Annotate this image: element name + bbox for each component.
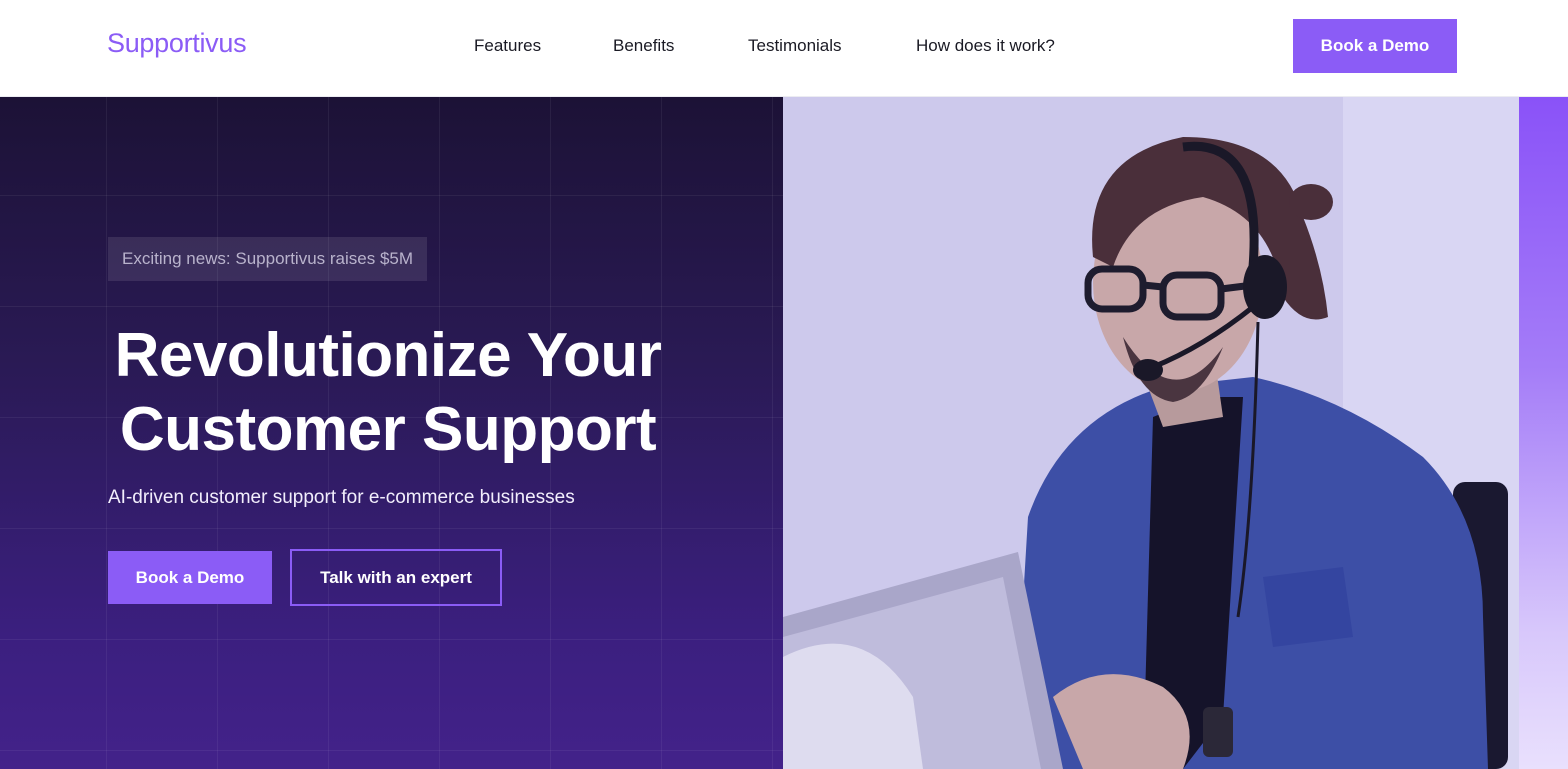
hero-title-line-2: Customer Support xyxy=(119,395,657,464)
hero-title-line-1: Revolutionize Your xyxy=(114,321,662,390)
hair-bun xyxy=(1289,184,1333,220)
support-agent-illustration xyxy=(783,97,1519,769)
microphone-icon xyxy=(1133,359,1163,381)
shirt-pocket xyxy=(1263,567,1353,647)
header-book-demo-button[interactable]: Book a Demo xyxy=(1293,19,1457,73)
site-header: Supportivus Features Benefits Testimonia… xyxy=(0,0,1568,97)
news-badge[interactable]: Exciting news: Supportivus raises $5M xyxy=(108,237,428,281)
watch-icon xyxy=(1203,707,1233,757)
talk-with-expert-button[interactable]: Talk with an expert xyxy=(290,549,502,606)
hero-photo-support-agent xyxy=(783,97,1519,769)
accent-strip xyxy=(1519,97,1568,769)
nav-link-testimonials[interactable]: Testimonials xyxy=(748,36,842,56)
nav-link-features[interactable]: Features xyxy=(474,36,541,56)
hero-title: Revolutionize Your Customer Support xyxy=(108,319,668,467)
nav-link-benefits[interactable]: Benefits xyxy=(613,36,674,56)
logo[interactable]: Supportivus xyxy=(107,28,247,59)
hero-section: Exciting news: Supportivus raises $5M Re… xyxy=(0,97,783,769)
nav-link-how-it-works[interactable]: How does it work? xyxy=(916,36,1055,56)
hero-subtitle: AI-driven customer support for e-commerc… xyxy=(108,487,575,508)
hero-book-demo-button[interactable]: Book a Demo xyxy=(108,551,272,604)
